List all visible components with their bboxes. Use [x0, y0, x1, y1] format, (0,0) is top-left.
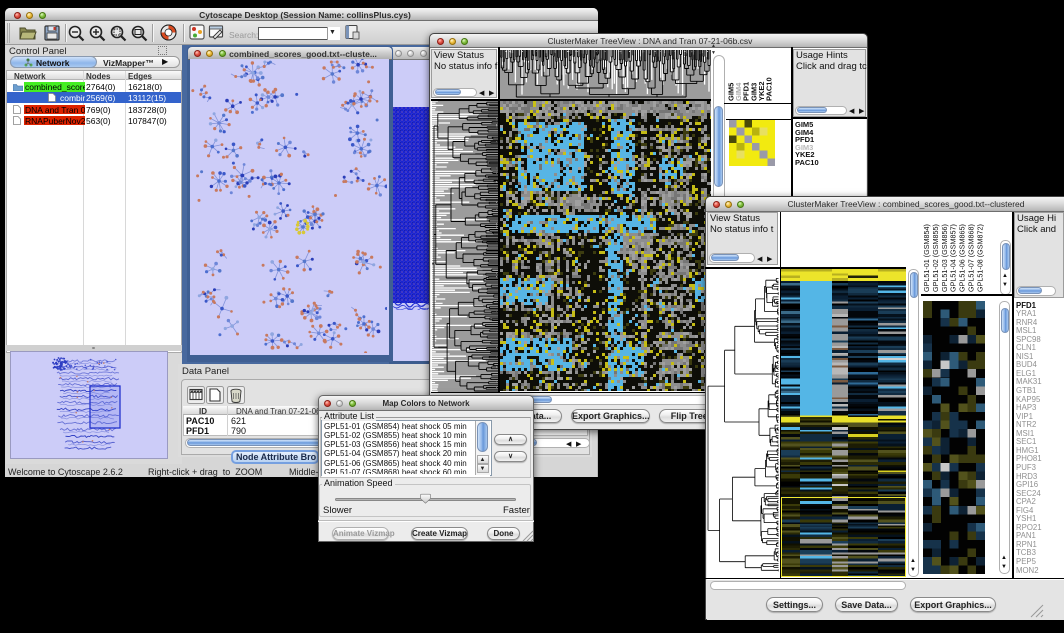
svg-text:GPL51-03 (GSM856): GPL51-03 (GSM856) [940, 224, 949, 292]
svg-text:GPL51-02 (GSM855): GPL51-02 (GSM855) [931, 224, 940, 292]
svg-text:GPL51-07 (GSM868): GPL51-07 (GSM868) [967, 224, 976, 292]
svg-text:PAC10: PAC10 [765, 77, 774, 101]
svg-text:GPL51-01 (GSM854): GPL51-01 (GSM854) [922, 224, 931, 292]
svg-text:GPL51-08 (GSM872): GPL51-08 (GSM872) [975, 224, 984, 292]
svg-text:GPL51-06 (GSM865): GPL51-06 (GSM865) [958, 224, 967, 292]
svg-text:GPL51-04 (GSM857): GPL51-04 (GSM857) [949, 224, 958, 292]
